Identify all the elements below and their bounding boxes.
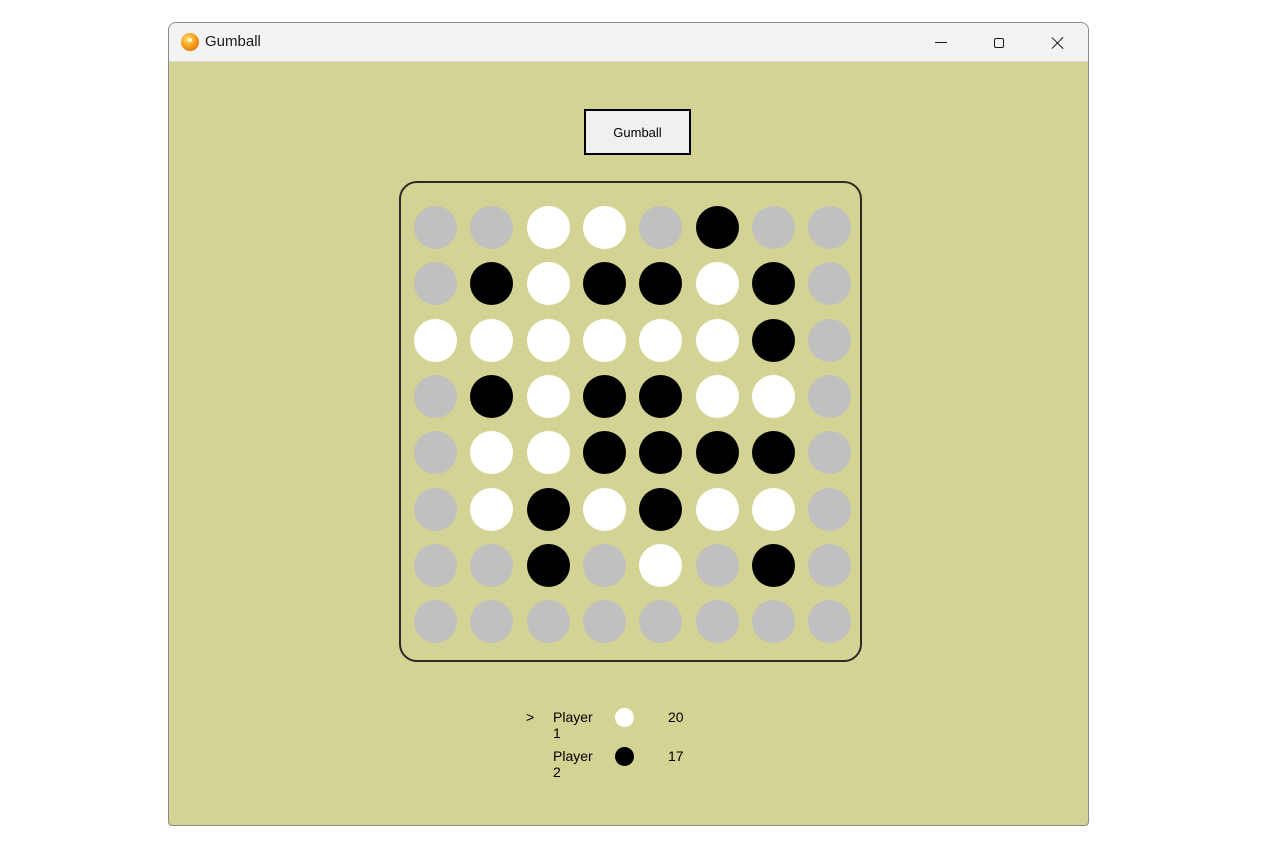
board-cell-0-7[interactable] xyxy=(808,206,851,249)
gumball-button[interactable]: Gumball xyxy=(584,109,691,155)
maximize-icon xyxy=(994,37,1004,48)
board-cell-3-6[interactable] xyxy=(752,375,795,418)
player-1-name: Player 1 xyxy=(553,709,593,741)
board-cell-6-5[interactable] xyxy=(696,544,739,587)
board-cell-7-6[interactable] xyxy=(752,600,795,643)
board-cell-1-2[interactable] xyxy=(527,262,570,305)
board-cell-0-1[interactable] xyxy=(470,206,513,249)
player-2-disc-icon xyxy=(615,747,634,766)
board-cell-0-0[interactable] xyxy=(414,206,457,249)
board-cell-5-3[interactable] xyxy=(583,488,626,531)
board-cell-4-4[interactable] xyxy=(639,431,682,474)
board-cell-3-5[interactable] xyxy=(696,375,739,418)
board-cell-4-7[interactable] xyxy=(808,431,851,474)
board-cell-0-2[interactable] xyxy=(527,206,570,249)
board-cell-6-2[interactable] xyxy=(527,544,570,587)
board-cell-4-6[interactable] xyxy=(752,431,795,474)
board-cell-7-3[interactable] xyxy=(583,600,626,643)
board-cell-5-0[interactable] xyxy=(414,488,457,531)
board-cell-3-0[interactable] xyxy=(414,375,457,418)
board-cell-6-4[interactable] xyxy=(639,544,682,587)
board-cell-5-4[interactable] xyxy=(639,488,682,531)
board-cell-0-6[interactable] xyxy=(752,206,795,249)
board-cell-2-3[interactable] xyxy=(583,319,626,362)
player-2-score: 17 xyxy=(668,748,684,764)
title-bar[interactable]: Gumball xyxy=(169,23,1088,62)
window-title: Gumball xyxy=(205,33,261,50)
board-cell-6-3[interactable] xyxy=(583,544,626,587)
close-button[interactable] xyxy=(1035,23,1081,62)
board-cell-1-0[interactable] xyxy=(414,262,457,305)
board-cell-6-1[interactable] xyxy=(470,544,513,587)
board-cell-1-1[interactable] xyxy=(470,262,513,305)
board-cell-7-5[interactable] xyxy=(696,600,739,643)
board-cell-5-5[interactable] xyxy=(696,488,739,531)
board-cell-3-4[interactable] xyxy=(639,375,682,418)
minimize-icon xyxy=(935,42,947,43)
board-cell-6-7[interactable] xyxy=(808,544,851,587)
board-cell-6-0[interactable] xyxy=(414,544,457,587)
board-cell-4-5[interactable] xyxy=(696,431,739,474)
board-cell-2-6[interactable] xyxy=(752,319,795,362)
board-cell-7-0[interactable] xyxy=(414,600,457,643)
board-cell-5-6[interactable] xyxy=(752,488,795,531)
board-cell-5-2[interactable] xyxy=(527,488,570,531)
board-cell-1-5[interactable] xyxy=(696,262,739,305)
board-cell-0-5[interactable] xyxy=(696,206,739,249)
game-window: Gumball Gumball > Player 1 20 Player 2 17 xyxy=(168,22,1089,826)
board-cell-3-1[interactable] xyxy=(470,375,513,418)
board-cell-7-7[interactable] xyxy=(808,600,851,643)
board-cell-4-3[interactable] xyxy=(583,431,626,474)
close-icon xyxy=(1051,36,1065,50)
player-2-name: Player 2 xyxy=(553,748,593,780)
board-cell-7-2[interactable] xyxy=(527,600,570,643)
board-cell-7-4[interactable] xyxy=(639,600,682,643)
game-board xyxy=(399,181,862,662)
board-cell-2-4[interactable] xyxy=(639,319,682,362)
board-cell-0-3[interactable] xyxy=(583,206,626,249)
board-cell-3-2[interactable] xyxy=(527,375,570,418)
board-cell-6-6[interactable] xyxy=(752,544,795,587)
board-cell-1-3[interactable] xyxy=(583,262,626,305)
board-cell-0-4[interactable] xyxy=(639,206,682,249)
board-cell-1-4[interactable] xyxy=(639,262,682,305)
player-1-disc-icon xyxy=(615,708,634,727)
maximize-button[interactable] xyxy=(976,23,1022,62)
board-cell-4-1[interactable] xyxy=(470,431,513,474)
gumball-app-icon xyxy=(181,33,199,51)
board-cell-3-7[interactable] xyxy=(808,375,851,418)
board-cell-3-3[interactable] xyxy=(583,375,626,418)
player-1-score: 20 xyxy=(668,709,684,725)
turn-indicator: > xyxy=(526,709,535,725)
board-cell-4-2[interactable] xyxy=(527,431,570,474)
minimize-button[interactable] xyxy=(918,23,964,62)
board-cell-2-7[interactable] xyxy=(808,319,851,362)
board-cell-2-1[interactable] xyxy=(470,319,513,362)
board-cell-7-1[interactable] xyxy=(470,600,513,643)
board-cell-2-5[interactable] xyxy=(696,319,739,362)
board-cell-1-6[interactable] xyxy=(752,262,795,305)
board-cell-4-0[interactable] xyxy=(414,431,457,474)
board-cell-1-7[interactable] xyxy=(808,262,851,305)
board-cell-5-7[interactable] xyxy=(808,488,851,531)
board-cell-2-2[interactable] xyxy=(527,319,570,362)
board-cell-2-0[interactable] xyxy=(414,319,457,362)
board-cell-5-1[interactable] xyxy=(470,488,513,531)
